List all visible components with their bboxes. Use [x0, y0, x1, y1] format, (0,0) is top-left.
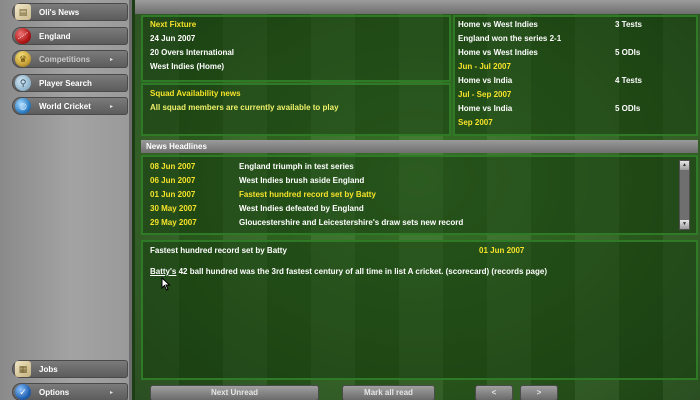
- squad-heading: Squad Availability news: [150, 89, 241, 98]
- mark-all-read-button[interactable]: Mark all read: [342, 385, 435, 400]
- nav-label: World Cricket: [39, 101, 91, 111]
- submenu-arrow-icon: ▸: [109, 103, 113, 110]
- nav-label: Player Search: [39, 78, 92, 88]
- next-fixture-panel: Next Fixture 24 Jun 2007 20 Overs Intern…: [141, 15, 451, 82]
- article-date: 01 Jun 2007: [479, 246, 525, 255]
- nav-label: England: [39, 31, 71, 41]
- tour-detail: 5 ODIs: [615, 104, 641, 113]
- next-fixture-type: 20 Overs International: [150, 48, 235, 57]
- news-list-panel: 08 Jun 2007 England triumph in test seri…: [141, 155, 698, 235]
- news-date: 08 Jun 2007: [150, 162, 196, 171]
- tour-line: Home vs India: [458, 104, 513, 113]
- next-fixture-heading: Next Fixture: [150, 20, 197, 29]
- article-panel: Fastest hundred record set by Batty 01 J…: [141, 240, 698, 380]
- squad-availability-panel: Squad Availability news All squad member…: [141, 83, 451, 136]
- nav-item-england[interactable]: England: [12, 27, 128, 45]
- magnifier-icon: ⚲: [15, 75, 31, 91]
- news-scrollbar[interactable]: ▲ ▼: [679, 160, 690, 230]
- tour-line: Home vs West Indies: [458, 20, 538, 29]
- news-headline: Gloucestershire and Leicestershire's dra…: [239, 218, 464, 227]
- scroll-up-icon[interactable]: ▲: [680, 161, 689, 170]
- next-fixture-opponent: West Indies (Home): [150, 62, 225, 71]
- nav-label: Competitions: [39, 54, 91, 64]
- tour-detail: 3 Tests: [615, 20, 642, 29]
- news-row[interactable]: 30 May 2007 West Indies defeated by Engl…: [143, 201, 673, 215]
- nav-label: Jobs: [39, 364, 58, 374]
- news-date: 30 May 2007: [150, 204, 197, 213]
- tour-detail: 5 ODIs: [615, 48, 641, 57]
- news-row-selected[interactable]: 01 Jun 2007 Fastest hundred record set b…: [143, 187, 673, 201]
- article-body-text: 42 ball hundred was the 3rd fastest cent…: [176, 267, 547, 276]
- tour-line: England won the series 2-1: [458, 34, 562, 43]
- nav-item-options[interactable]: ✓ Options ▸: [12, 383, 128, 400]
- newspaper-icon: ▤: [15, 4, 31, 20]
- tour-dates: Sep 2007: [458, 118, 493, 127]
- squad-message: All squad members are currently availabl…: [150, 103, 339, 112]
- next-fixture-date: 24 Jun 2007: [150, 34, 196, 43]
- news-row[interactable]: 08 Jun 2007 England triumph in test seri…: [143, 159, 673, 173]
- globe-icon: ◍: [15, 98, 31, 114]
- nav-item-jobs[interactable]: ▦ Jobs: [12, 360, 128, 378]
- previous-button[interactable]: <: [475, 385, 513, 400]
- article-title: Fastest hundred record set by Batty: [150, 246, 287, 255]
- news-headline: West Indies brush aside England: [239, 176, 365, 185]
- news-date: 29 May 2007: [150, 218, 197, 227]
- nav-item-player-search[interactable]: ⚲ Player Search: [12, 74, 128, 92]
- nav-item-world-cricket[interactable]: ◍ World Cricket ▸: [12, 97, 128, 115]
- tour-dates: Jul - Sep 2007: [458, 90, 512, 99]
- player-link[interactable]: Batty's: [150, 267, 176, 276]
- nav-item-competitions[interactable]: ♛ Competitions ▸: [12, 50, 128, 68]
- article-body: Batty's 42 ball hundred was the 3rd fast…: [150, 267, 547, 276]
- news-row[interactable]: 29 May 2007 Gloucestershire and Leiceste…: [143, 215, 673, 229]
- next-unread-button[interactable]: Next Unread: [150, 385, 319, 400]
- main-area: Next Fixture 24 Jun 2007 20 Overs Intern…: [135, 0, 700, 400]
- top-title-strip: [135, 0, 700, 14]
- nav-label: Options: [39, 387, 70, 397]
- tours-panel: Home vs West Indies 3 Tests England won …: [453, 15, 698, 136]
- submenu-arrow-icon: ▸: [109, 56, 113, 63]
- news-headline: West Indies defeated by England: [239, 204, 364, 213]
- nav-label: Oli's News: [39, 7, 80, 17]
- tour-line: Home vs India: [458, 76, 513, 85]
- sidebar: ▤ Oli's News England ♛ Competitions ▸ ⚲ …: [0, 0, 132, 400]
- checkmark-icon: ✓: [15, 384, 31, 400]
- nav-item-olis-news[interactable]: ▤ Oli's News: [12, 3, 128, 21]
- news-headline: Fastest hundred record set by Batty: [239, 190, 376, 199]
- news-date: 06 Jun 2007: [150, 176, 196, 185]
- news-row[interactable]: 06 Jun 2007 West Indies brush aside Engl…: [143, 173, 673, 187]
- cricket-ball-icon: [15, 28, 31, 44]
- tour-line: Home vs West Indies: [458, 48, 538, 57]
- scroll-down-icon[interactable]: ▼: [680, 220, 689, 229]
- news-headline: England triumph in test series: [239, 162, 354, 171]
- submenu-arrow-icon: ▸: [109, 389, 113, 396]
- mouse-cursor-icon: [161, 277, 171, 291]
- tour-dates: Jun - Jul 2007: [458, 62, 511, 71]
- trophy-icon: ♛: [15, 51, 31, 67]
- jobs-icon: ▦: [15, 361, 31, 377]
- news-headlines-header: News Headlines: [141, 140, 698, 153]
- tour-detail: 4 Tests: [615, 76, 642, 85]
- news-date: 01 Jun 2007: [150, 190, 196, 199]
- next-button[interactable]: >: [520, 385, 558, 400]
